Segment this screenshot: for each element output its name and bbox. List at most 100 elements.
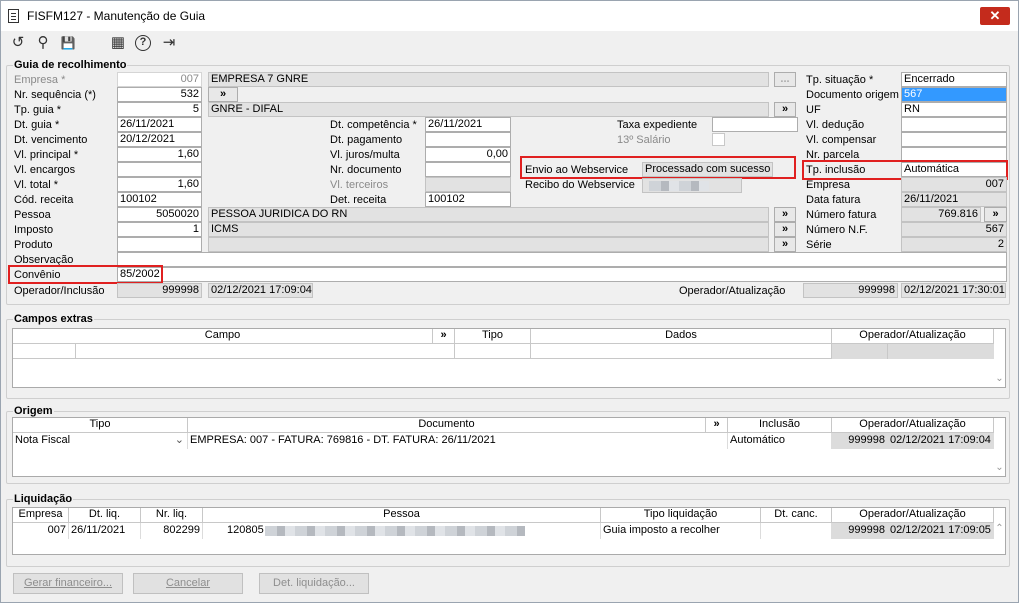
- origem-operador-header[interactable]: Operador/Atualização: [832, 418, 994, 433]
- liq-nr-header[interactable]: Nr. liq.: [141, 508, 203, 523]
- taxa-expediente-field[interactable]: [712, 117, 798, 132]
- pessoa-code-field[interactable]: 5050020: [117, 207, 202, 222]
- nr-seq-more-button[interactable]: »: [208, 87, 238, 102]
- vl-compensar-label: Vl. compensar: [806, 134, 877, 146]
- numero-nf-label: Número N.F.: [806, 224, 868, 236]
- liq-empresa-cell: 007: [13, 523, 69, 539]
- imposto-name-field: ICMS: [208, 222, 769, 237]
- origem-inclusao-header[interactable]: Inclusão: [728, 418, 832, 433]
- vl-juros-field[interactable]: 0,00: [425, 147, 511, 162]
- imposto-code-field[interactable]: 1: [117, 222, 202, 237]
- liq-dt-canc-header[interactable]: Dt. canc.: [761, 508, 832, 523]
- det-receita-field[interactable]: 100102: [425, 192, 511, 207]
- save-icon[interactable]: 💾: [59, 34, 77, 52]
- vl-juros-label: Vl. juros/multa: [330, 149, 400, 161]
- liq-tipo-header[interactable]: Tipo liquidação: [601, 508, 761, 523]
- convenio-field[interactable]: 85/2002: [117, 267, 1007, 282]
- tp-situacao-field[interactable]: Encerrado: [901, 72, 1007, 87]
- scroll-down-icon[interactable]: ⌄: [992, 373, 1007, 384]
- vl-compensar-field[interactable]: [901, 132, 1007, 147]
- empresa-lookup-button[interactable]: ...: [774, 72, 796, 87]
- vl-total-field[interactable]: 1,60: [117, 177, 202, 192]
- operador-atualizacao-label: Operador/Atualização: [679, 285, 786, 297]
- window-title: FISFM127 - Manutenção de Guia: [27, 9, 206, 23]
- observacao-field[interactable]: [117, 252, 1007, 267]
- salario-checkbox[interactable]: [712, 133, 725, 146]
- dt-guia-field[interactable]: 26/11/2021: [117, 117, 202, 132]
- tp-guia-code-field[interactable]: 5: [117, 102, 202, 117]
- empresa2-field: 007: [901, 177, 1007, 192]
- produto-more-button[interactable]: »: [774, 237, 796, 252]
- undo-icon[interactable]: ↺: [9, 34, 27, 52]
- exit-icon[interactable]: ⇥: [160, 34, 178, 52]
- liq-dt-canc-cell: [761, 523, 832, 539]
- chevron-down-icon[interactable]: ⌄: [175, 433, 184, 448]
- tp-guia-more-button[interactable]: »: [774, 102, 796, 117]
- nr-documento-label: Nr. documento: [330, 164, 402, 176]
- origem-more-header[interactable]: »: [706, 418, 728, 433]
- uf-field[interactable]: RN: [901, 102, 1007, 117]
- liq-dt-header[interactable]: Dt. liq.: [69, 508, 141, 523]
- numero-fatura-label: Número fatura: [806, 209, 877, 221]
- salario-label: 13º Salário: [617, 134, 671, 146]
- numero-fatura-more-button[interactable]: »: [984, 207, 1007, 222]
- nr-documento-field[interactable]: [425, 162, 511, 177]
- vl-deducao-field[interactable]: [901, 117, 1007, 132]
- empresa2-label: Empresa: [806, 179, 851, 191]
- search-icon[interactable]: ⚲: [34, 34, 52, 52]
- tp-situacao-label: Tp. situação *: [806, 74, 874, 86]
- liq-pessoa-header[interactable]: Pessoa: [203, 508, 601, 523]
- campo-row-cell[interactable]: [13, 344, 76, 359]
- scroll-up-icon[interactable]: ⌃: [992, 523, 1007, 534]
- tp-guia-name-field: GNRE - DIFAL: [208, 102, 769, 117]
- origem-documento-cell: EMPRESA: 007 - FATURA: 769816 - DT. FATU…: [188, 433, 728, 449]
- det-liquidacao-button[interactable]: Det. liquidação...: [259, 573, 369, 594]
- liq-empresa-header[interactable]: Empresa: [13, 508, 69, 523]
- tipo-header[interactable]: Tipo: [455, 329, 531, 344]
- produto-code-field[interactable]: [117, 237, 202, 252]
- data-fatura-field: 26/11/2021: [901, 192, 1007, 207]
- guia-section-title: Guia de recolhimento: [13, 59, 128, 72]
- calendar-icon[interactable]: ▦: [109, 34, 127, 52]
- dt-pagamento-field[interactable]: [425, 132, 511, 147]
- campo-more-header[interactable]: »: [433, 329, 455, 344]
- campo-row-cell[interactable]: [76, 344, 455, 359]
- pessoa-more-button[interactable]: »: [774, 207, 796, 222]
- numero-fatura-field: 769.816: [901, 207, 981, 222]
- empresa-code-field[interactable]: 007: [117, 72, 202, 87]
- data-fatura-label: Data fatura: [806, 194, 861, 206]
- help-icon[interactable]: ?: [135, 35, 151, 51]
- cod-receita-field[interactable]: 100102: [117, 192, 202, 207]
- tipo-row-cell[interactable]: [455, 344, 531, 359]
- operador-date-row-cell: [888, 344, 994, 359]
- produto-label: Produto: [14, 239, 53, 251]
- dados-header[interactable]: Dados: [531, 329, 832, 344]
- operador-inclusao-label: Operador/Inclusão: [14, 285, 105, 297]
- vl-principal-label: Vl. principal *: [14, 149, 79, 161]
- operador-header[interactable]: Operador/Atualização: [832, 329, 994, 344]
- dados-row-cell[interactable]: [531, 344, 832, 359]
- dt-competencia-field[interactable]: 26/11/2021: [425, 117, 511, 132]
- doc-origem-field[interactable]: 567: [901, 87, 1007, 102]
- campo-header[interactable]: Campo: [13, 329, 433, 344]
- origem-table: Tipo Documento » Inclusão Operador/Atual…: [12, 417, 1006, 477]
- vl-principal-field[interactable]: 1,60: [117, 147, 202, 162]
- document-icon: [8, 9, 19, 23]
- liq-operador-header[interactable]: Operador/Atualização: [832, 508, 994, 523]
- cancelar-button[interactable]: Cancelar: [133, 573, 243, 594]
- close-button[interactable]: ✕: [980, 7, 1010, 25]
- pessoa-blur: [265, 526, 525, 536]
- nr-seq-field[interactable]: 532: [117, 87, 202, 102]
- liq-dt-cell: 26/11/2021: [69, 523, 141, 539]
- scroll-down-icon[interactable]: ⌄: [992, 462, 1007, 473]
- vl-encargos-field[interactable]: [117, 162, 202, 177]
- origem-documento-header[interactable]: Documento: [188, 418, 706, 433]
- dt-venc-field[interactable]: 20/12/2021: [117, 132, 202, 147]
- uf-label: UF: [806, 104, 821, 116]
- origem-tipo-cell[interactable]: Nota Fiscal ⌄: [13, 433, 188, 449]
- origem-tipo-header[interactable]: Tipo: [13, 418, 188, 433]
- operador-atualizacao-date-field: 02/12/2021 17:30:01: [901, 283, 1006, 298]
- gerar-financeiro-button[interactable]: Gerar financeiro...: [13, 573, 123, 594]
- imposto-more-button[interactable]: »: [774, 222, 796, 237]
- tp-guia-label: Tp. guia *: [14, 104, 62, 116]
